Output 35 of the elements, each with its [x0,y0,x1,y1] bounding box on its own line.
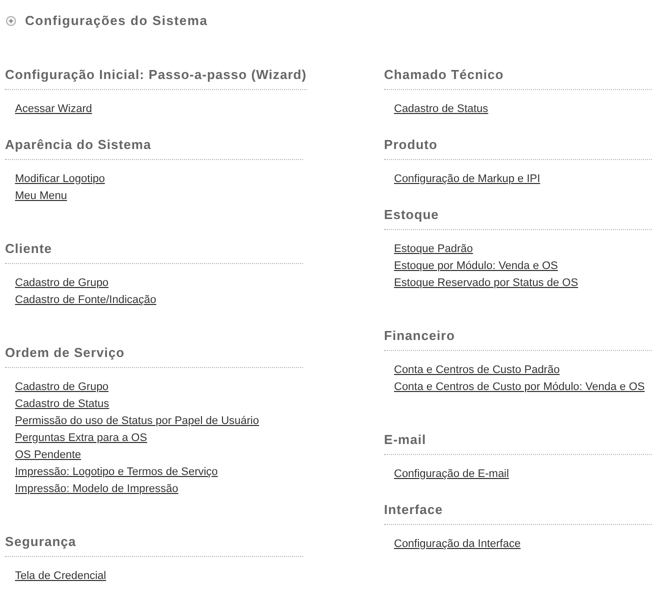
settings-link[interactable]: Impressão: Logotipo e Termos de Serviço [15,464,218,480]
settings-link[interactable]: Configuração da Interface [394,536,521,552]
settings-link[interactable]: Cadastro de Grupo [15,378,109,396]
settings-link[interactable]: Configuração de E-mail [394,466,509,482]
settings-link[interactable]: Cadastro de Fonte/Indicação [15,292,156,308]
settings-link[interactable]: Permissão do uso de Status por Papel de Usuário [15,412,259,430]
settings-link[interactable]: Configuração de Markup e IPI [394,170,540,188]
settings-link[interactable]: Estoque Padrão [394,240,473,258]
settings-link[interactable]: Modificar Logotipo [15,170,105,188]
settings-link[interactable]: Impressão: Modelo de Impressão [15,480,178,498]
section-heading: Produto [384,136,652,160]
settings-link[interactable]: Cadastro de Status [394,100,488,118]
settings-link[interactable]: Meu Menu [15,188,67,204]
settings-link[interactable]: Tela de Credencial [15,568,106,584]
settings-link[interactable]: Estoque por Módulo: Venda e OS [394,258,558,274]
page-title: Configurações do Sistema [25,12,208,30]
settings-link[interactable]: Cadastro de Grupo [15,274,109,292]
settings-link[interactable]: Acessar Wizard [15,100,92,118]
settings-link[interactable]: Estoque Reservado por Status de OS [394,274,578,292]
section-heading: Ordem de Serviço [5,344,303,368]
settings-link[interactable]: Perguntas Extra para a OS [15,430,148,446]
section-heading: Financeiro [384,326,652,350]
section-heading: Estoque [384,206,652,230]
section-heading: E-mail [384,430,652,454]
section-heading: Aparência do Sistema [5,136,303,160]
settings-link[interactable]: Cadastro de Status [15,396,110,412]
expand-icon[interactable] [6,16,16,26]
settings-link[interactable]: OS Pendente [15,446,82,464]
settings-link[interactable]: Conta e Centros de Custo Padrão [394,362,560,378]
section-heading: Interface [384,500,652,524]
section-heading: Chamado Técnico [384,66,652,90]
section-heading: Cliente [5,240,303,264]
section-heading: Configuração Inicial: Passo-a-passo (Wizard) [5,66,307,90]
settings-link[interactable]: Conta e Centros de Custo por Módulo: Venda e OS [394,378,645,396]
section-heading: Segurança [5,532,303,556]
